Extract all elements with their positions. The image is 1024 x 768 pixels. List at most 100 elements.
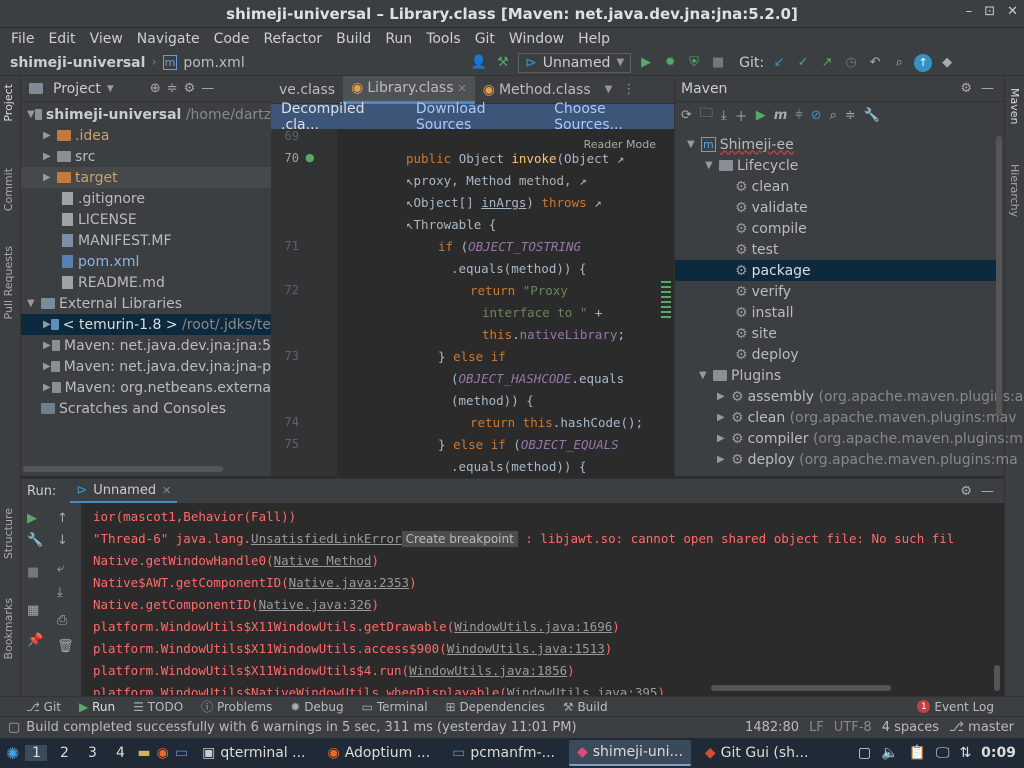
tool-tab-dependencies[interactable]: ⊞ Dependencies — [446, 700, 545, 714]
caret-position[interactable]: 1482:80 — [745, 720, 799, 735]
user-icon[interactable]: 👤 — [470, 54, 488, 72]
maven-lifecycle[interactable]: ▼ Lifecycle — [705, 155, 798, 176]
tool-tab-commit[interactable]: Commit — [2, 168, 15, 211]
menu-git[interactable]: Git — [468, 31, 502, 47]
vertical-scrollbar[interactable] — [994, 665, 1000, 691]
history-icon[interactable]: ◷ — [842, 54, 860, 72]
maven-phase[interactable]: ⚙ compile — [735, 218, 807, 239]
tool-tab-pull-requests[interactable]: Pull Requests — [2, 246, 15, 319]
tool-tab-terminal[interactable]: ▭ Terminal — [362, 700, 428, 714]
collapse-all-icon[interactable]: ≑ — [167, 81, 178, 96]
gear-icon[interactable]: ⚙ — [184, 81, 196, 96]
project-panel-title[interactable]: Project — [53, 81, 101, 97]
update-icon[interactable]: ↑ — [914, 53, 933, 72]
tree-item[interactable]: ▶ target — [21, 167, 271, 188]
skip-tests-icon[interactable]: ⊘ — [811, 108, 822, 123]
taskbar-app-qterminal[interactable]: ▣ qterminal ... — [194, 740, 313, 766]
coverage-icon[interactable]: ⛨ — [685, 54, 703, 72]
search-icon[interactable]: ⌕ — [890, 54, 908, 72]
breadcrumb-project[interactable]: shimeji-universal — [10, 55, 145, 71]
jetbrains-icon[interactable]: ◆ — [938, 54, 956, 72]
line-separator[interactable]: LF — [809, 720, 824, 735]
tool-tab-problems[interactable]: ⓘ Problems — [201, 698, 272, 715]
git-branch[interactable]: ⎇ master — [949, 720, 1014, 735]
tree-item[interactable]: MANIFEST.MF — [21, 230, 271, 251]
tab-method-class[interactable]: ◉ Method.class — [475, 76, 599, 104]
gear-icon[interactable]: ⚙ — [960, 81, 972, 96]
hide-icon[interactable]: — — [981, 484, 994, 499]
file-encoding[interactable]: UTF-8 — [834, 720, 872, 735]
console-output[interactable]: ior(mascot1,Behavior(Fall)) "Thread-6" j… — [21, 503, 1004, 697]
stop-icon[interactable]: ■ — [709, 54, 727, 72]
vertical-scrollbar[interactable] — [996, 136, 1002, 416]
run-icon[interactable]: ▶ — [756, 108, 766, 123]
hide-icon[interactable]: — — [981, 81, 994, 96]
tree-item[interactable]: .gitignore — [21, 188, 271, 209]
hide-icon[interactable]: — — [201, 81, 214, 96]
taskbar-app-pcmanfm[interactable]: ▭ pcmanfm-... — [444, 740, 563, 766]
menu-edit[interactable]: Edit — [41, 31, 82, 47]
menu-refactor[interactable]: Refactor — [256, 31, 329, 47]
menu-help[interactable]: Help — [571, 31, 617, 47]
tree-item[interactable]: LICENSE — [21, 209, 271, 230]
tree-item[interactable]: ▶ Maven: net.java.dev.jna:jna-p — [21, 356, 271, 377]
maven-phase[interactable]: ⚙ clean — [735, 176, 789, 197]
tree-item[interactable]: ▶ Maven: net.java.dev.jna:jna:5 — [21, 335, 271, 356]
maven-phase[interactable]: ⚙ site — [735, 323, 777, 344]
code-area[interactable]: public Object invoke(Object ↗ ↖proxy, Me… — [341, 129, 674, 476]
run-tab-unnamed[interactable]: ⊳ Unnamed ✕ — [70, 479, 178, 503]
taskbar-app-adoptium[interactable]: ◉ Adoptium ... — [320, 740, 439, 766]
menu-window[interactable]: Window — [502, 31, 571, 47]
breadcrumb-file[interactable]: pom.xml — [183, 55, 244, 71]
tree-item[interactable]: ▶ < temurin-1.8 > /root/.jdks/te — [21, 314, 271, 335]
maven-phase[interactable]: ⚙ validate — [735, 197, 808, 218]
tool-tab-bookmarks[interactable]: Bookmarks — [2, 598, 15, 659]
maven-goal-icon[interactable]: m — [774, 108, 788, 123]
reload-icon[interactable]: ⟳ — [681, 108, 692, 123]
workspace-4[interactable]: 4 — [109, 745, 131, 761]
menu-view[interactable]: View — [83, 31, 130, 47]
firefox-icon[interactable]: ◉ — [157, 745, 169, 761]
tree-item[interactable]: ▶ src — [21, 146, 271, 167]
maven-plugin[interactable]: ▶ ⚙ clean (org.apache.maven.plugins:mav — [717, 407, 1016, 428]
override-marker-icon[interactable]: ● — [305, 151, 315, 164]
maven-plugin[interactable]: ▶ ⚙ compiler (org.apache.maven.plugins:m — [717, 428, 1023, 449]
menu-code[interactable]: Code — [207, 31, 257, 47]
git-update-icon[interactable]: ↙ — [770, 54, 788, 72]
choose-sources-link[interactable]: Choose Sources... — [554, 101, 674, 133]
indent-setting[interactable]: 4 spaces — [882, 720, 939, 735]
menu-tools[interactable]: Tools — [419, 31, 468, 47]
maven-phase[interactable]: ⚙ package — [675, 260, 997, 281]
network-icon[interactable]: ⇅ — [959, 745, 971, 761]
close-icon[interactable]: ✕ — [1007, 4, 1018, 19]
git-commit-icon[interactable]: ✓ — [794, 54, 812, 72]
maven-plugin[interactable]: ▶ ⚙ deploy (org.apache.maven.plugins:ma — [717, 449, 1018, 470]
menu-navigate[interactable]: Navigate — [130, 31, 207, 47]
tree-item[interactable]: ▶ Maven: org.netbeans.externa — [21, 377, 271, 398]
folder-icon[interactable]: 🗀 — [700, 104, 713, 126]
tree-item[interactable]: ▼ shimeji-universal /home/dartz — [21, 104, 271, 125]
status-toggle-icon[interactable]: ▢ — [8, 720, 20, 735]
taskbar-app-intellij[interactable]: ◆ shimeji-uni... — [568, 740, 691, 766]
debug-icon[interactable]: ✹ — [661, 54, 679, 72]
tool-tab-git[interactable]: ⎇ Git — [26, 700, 61, 714]
menu-build[interactable]: Build — [329, 31, 378, 47]
maven-phase[interactable]: ⚙ verify — [735, 281, 791, 302]
run-config-selector[interactable]: ⊳ Unnamed ▼ — [518, 52, 632, 73]
maven-phase[interactable]: ⚙ test — [735, 239, 778, 260]
workspace-3[interactable]: 3 — [81, 745, 103, 761]
event-log-button[interactable]: 1 Event Log — [917, 700, 994, 714]
minimize-icon[interactable]: – — [966, 4, 973, 19]
taskbar-app-git-gui[interactable]: ◆ Git Gui (sh... — [697, 740, 817, 766]
file-manager-icon[interactable]: ▬ — [137, 745, 150, 761]
status-message[interactable]: Build completed successfully with 6 warn… — [26, 720, 576, 735]
maven-root[interactable]: ▼ m Shimeji-ee — [687, 134, 794, 155]
wrench-icon[interactable]: 🔧 — [864, 108, 880, 123]
tree-item[interactable]: Scratches and Consoles — [21, 398, 271, 419]
tool-tab-project[interactable]: Project — [2, 84, 15, 122]
download-icon[interactable]: ⤓ — [721, 108, 727, 123]
toggle-offline-icon[interactable]: ⫩ — [795, 108, 802, 123]
collapse-icon[interactable]: ≑ — [845, 108, 856, 123]
tree-item[interactable]: README.md — [21, 272, 271, 293]
tree-item[interactable]: pom.xml — [21, 251, 271, 272]
